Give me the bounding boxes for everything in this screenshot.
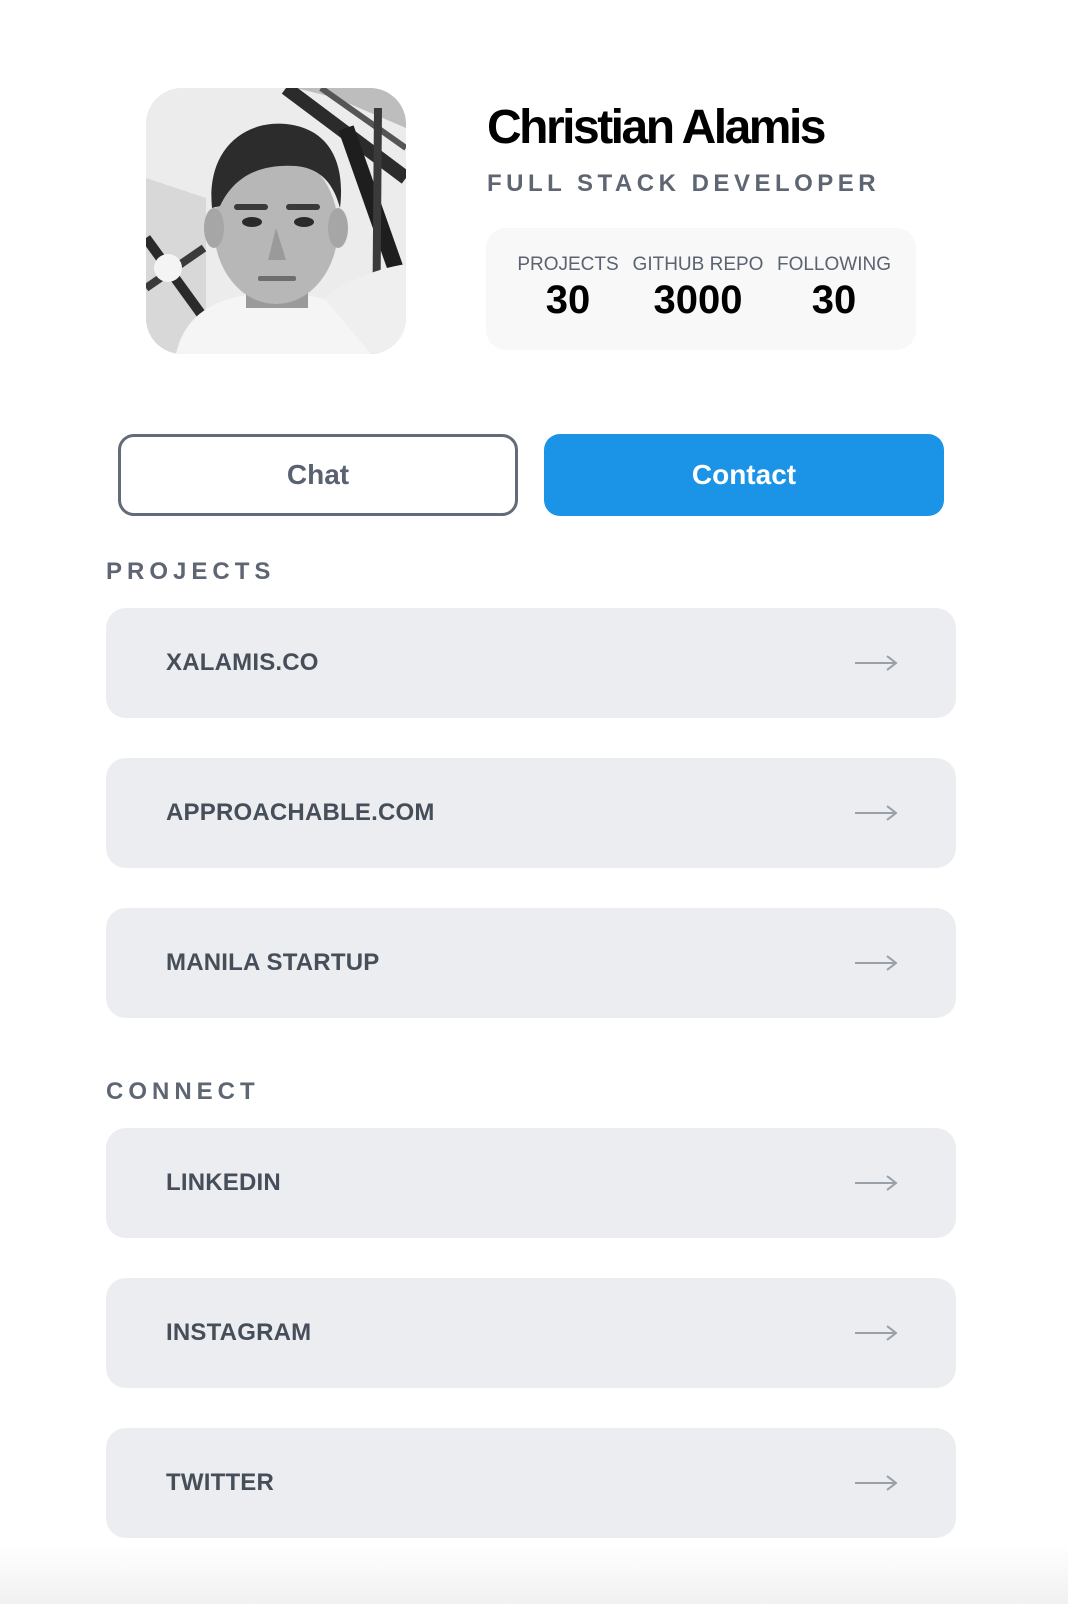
- connect-link-linkedin[interactable]: LINKEDIN: [106, 1128, 956, 1238]
- arrow-right-icon: [855, 655, 898, 671]
- arrow-right-icon: [855, 1175, 898, 1191]
- link-label: INSTAGRAM: [166, 1319, 312, 1346]
- stat-projects: PROJECTS 30: [506, 254, 630, 320]
- bottom-fade: [0, 1544, 1068, 1604]
- connect-section-title: CONNECT: [106, 1078, 260, 1105]
- avatar: [146, 88, 406, 354]
- stats-panel: PROJECTS 30 GITHUB REPO 3000 FOLLOWING 3…: [486, 228, 916, 350]
- project-link-xalamis[interactable]: XALAMIS.CO: [106, 608, 956, 718]
- arrow-right-icon: [855, 805, 898, 821]
- stat-following: FOLLOWING 30: [772, 254, 896, 320]
- stat-value: 3000: [653, 278, 743, 322]
- project-link-manila-startup[interactable]: MANILA STARTUP: [106, 908, 956, 1018]
- stat-value: 30: [811, 278, 857, 322]
- arrow-right-icon: [855, 955, 898, 971]
- profile-role: FULL STACK DEVELOPER: [487, 170, 881, 197]
- stat-label: FOLLOWING: [776, 254, 891, 275]
- link-label: XALAMIS.CO: [166, 649, 319, 676]
- arrow-right-icon: [855, 1475, 898, 1491]
- connect-link-instagram[interactable]: INSTAGRAM: [106, 1278, 956, 1388]
- connect-link-twitter[interactable]: TWITTER: [106, 1428, 956, 1538]
- arrow-right-icon: [855, 1325, 898, 1341]
- projects-section-title: PROJECTS: [106, 558, 276, 585]
- stat-github-repo: GITHUB REPO 3000: [627, 254, 769, 320]
- chat-button[interactable]: Chat: [118, 434, 518, 516]
- stat-label: PROJECTS: [517, 254, 619, 275]
- profile-name: Christian Alamis: [487, 101, 827, 154]
- profile-page: Christian Alamis FULL STACK DEVELOPER PR…: [0, 0, 1068, 1604]
- link-label: MANILA STARTUP: [166, 949, 380, 976]
- link-label: TWITTER: [166, 1469, 275, 1496]
- project-link-approachable[interactable]: APPROACHABLE.COM: [106, 758, 956, 868]
- stat-label: GITHUB REPO: [632, 254, 764, 275]
- stat-value: 30: [545, 278, 591, 322]
- link-label: LINKEDIN: [166, 1169, 281, 1196]
- profile-photo: [146, 88, 406, 354]
- link-label: APPROACHABLE.COM: [166, 799, 435, 826]
- contact-button[interactable]: Contact: [544, 434, 944, 516]
